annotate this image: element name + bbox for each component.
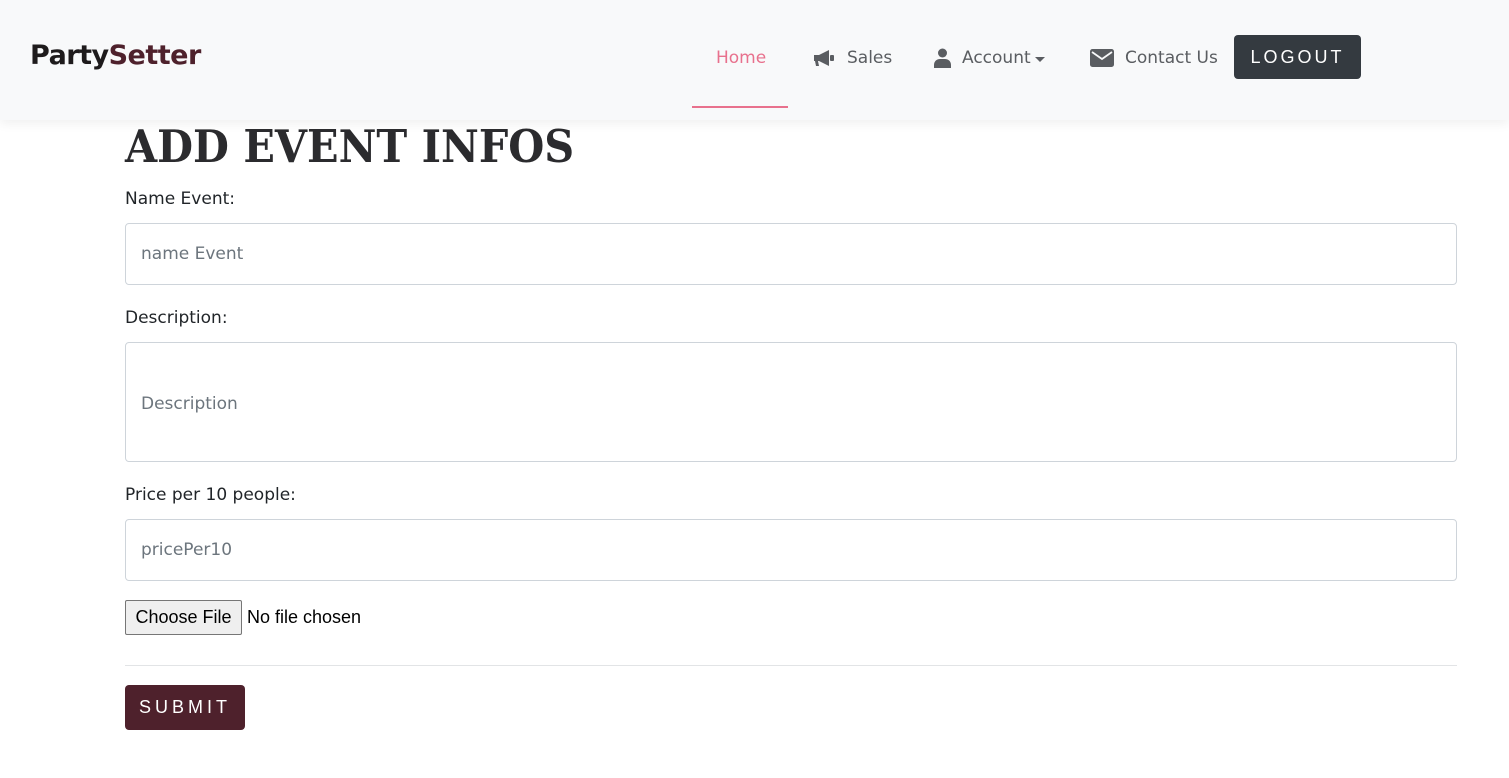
name-event-input[interactable]	[125, 223, 1457, 285]
form-divider	[125, 665, 1457, 666]
price-label: Price per 10 people:	[125, 485, 296, 505]
nav-item-home[interactable]: Home	[716, 36, 766, 80]
chevron-down-icon	[1034, 56, 1045, 62]
file-status-text: No file chosen	[247, 607, 362, 627]
description-label: Description:	[125, 308, 228, 328]
envelope-icon	[1090, 49, 1114, 67]
page-title: ADD EVENT INFOS	[125, 120, 575, 173]
megaphone-icon	[812, 48, 836, 68]
brand-name-accent: Setter	[108, 40, 202, 71]
user-icon	[934, 48, 951, 68]
top-navbar: PartySetter Home Sales Account Contact U…	[0, 0, 1509, 120]
submit-button[interactable]: SUBMIT	[125, 685, 245, 730]
active-nav-indicator	[692, 106, 788, 108]
nav-item-label: Home	[716, 48, 767, 68]
name-event-label: Name Event:	[125, 189, 235, 209]
nav-item-label: Sales	[847, 48, 893, 68]
brand-logo[interactable]: PartySetter	[30, 40, 201, 71]
nav-item-contact-us[interactable]: Contact Us	[1090, 36, 1218, 80]
nav-item-label: Account	[962, 48, 1031, 68]
price-per-10-input[interactable]	[125, 519, 1457, 581]
choose-file-button[interactable]: Choose File	[125, 600, 242, 635]
nav-item-label: Contact Us	[1125, 48, 1218, 68]
logout-button[interactable]: LOGOUT	[1234, 35, 1361, 79]
brand-name-main: Party	[30, 40, 109, 71]
nav-item-sales[interactable]: Sales	[812, 36, 892, 80]
description-textarea[interactable]	[125, 342, 1457, 462]
nav-item-account[interactable]: Account	[934, 36, 1045, 80]
